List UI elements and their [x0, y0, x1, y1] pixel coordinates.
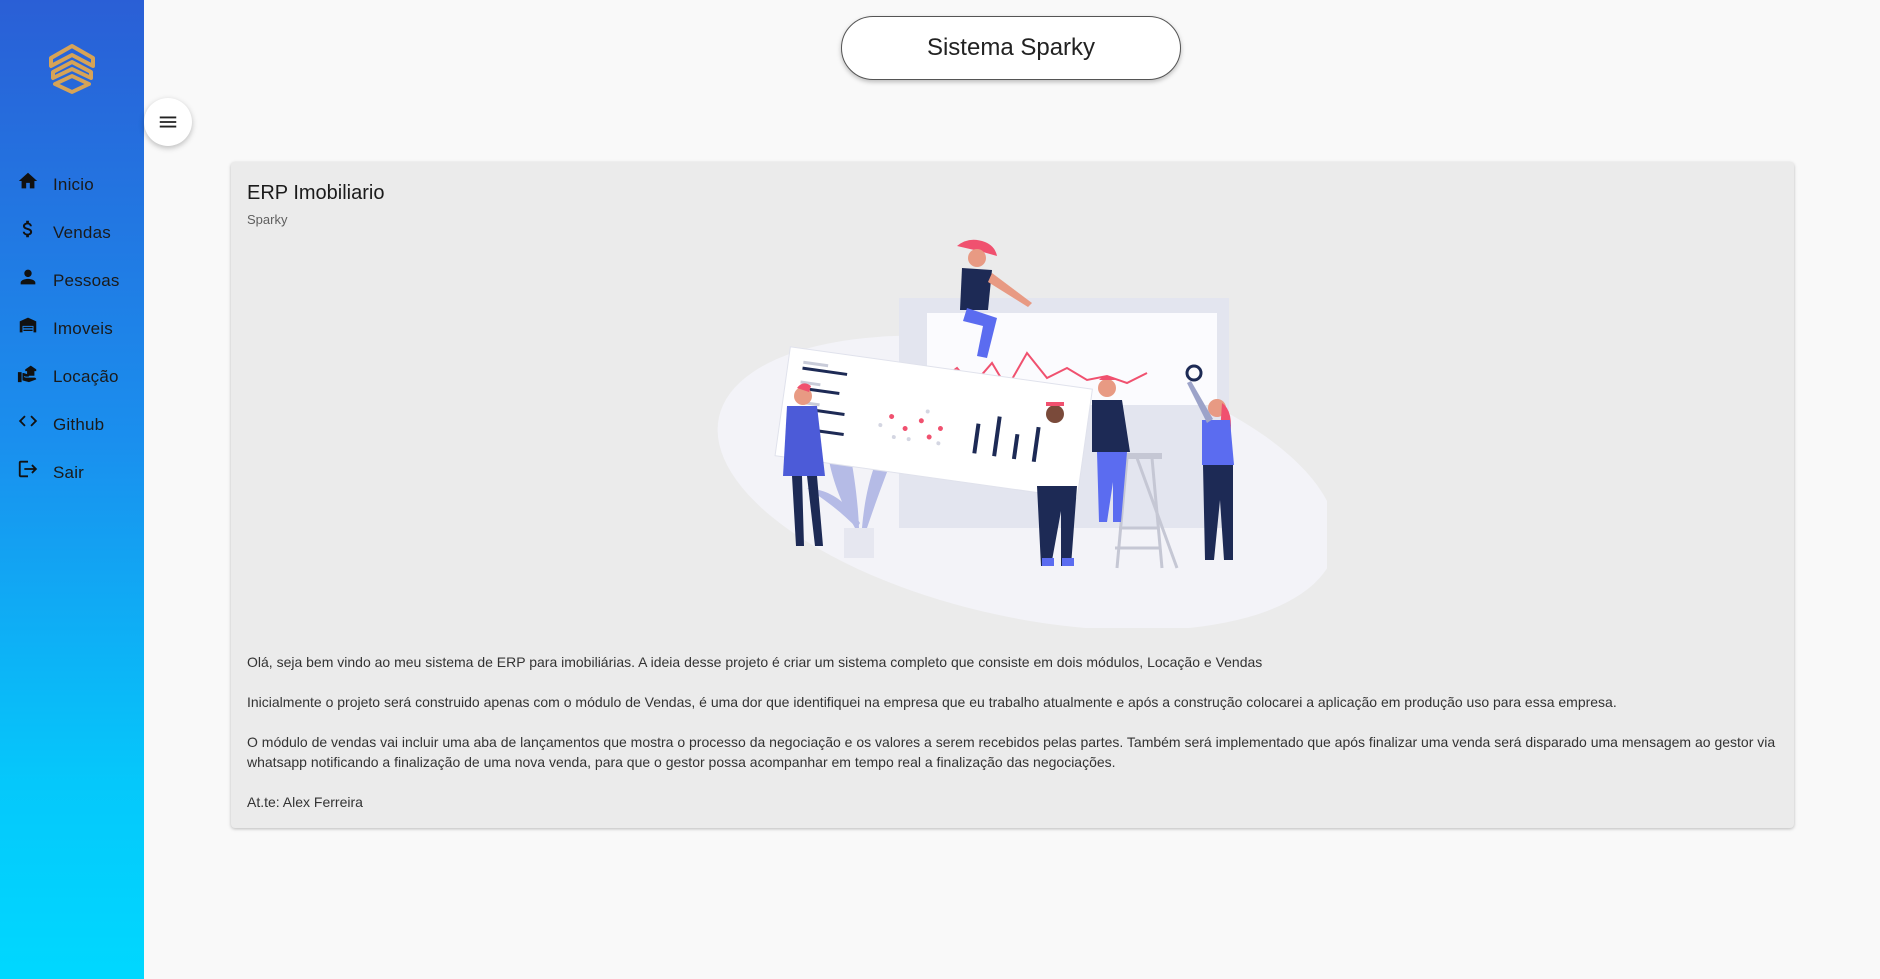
card-title: ERP Imobiliario	[247, 182, 385, 204]
card-paragraph: Olá, seja bem vindo ao meu sistema de ER…	[247, 654, 1263, 670]
sidebar: Inicio Vendas Pessoas Imoveis Locação Gi…	[0, 0, 144, 979]
card-paragraph: O módulo de vendas vai incluir uma aba d…	[247, 734, 1776, 770]
sidebar-nav: Inicio Vendas Pessoas Imoveis Locação Gi…	[0, 157, 144, 493]
sidebar-item-vendas[interactable]: Vendas	[0, 205, 144, 253]
real-estate-agent-icon	[16, 361, 40, 385]
sidebar-item-label: Imoveis	[53, 319, 113, 338]
dollar-icon	[16, 217, 40, 241]
sidebar-item-label: Inicio	[53, 175, 94, 194]
sidebar-item-pessoas[interactable]: Pessoas	[0, 253, 144, 301]
sidebar-item-imoveis[interactable]: Imoveis	[0, 301, 144, 349]
home-icon	[16, 169, 40, 193]
welcome-card: ERP Imobiliario Sparky Olá, seja bem vin…	[231, 162, 1794, 828]
app-title: Sistema Sparky	[841, 16, 1181, 80]
logo-icon[interactable]	[45, 42, 99, 96]
sidebar-item-label: Pessoas	[53, 271, 120, 290]
sidebar-item-inicio[interactable]: Inicio	[0, 157, 144, 205]
sidebar-item-github[interactable]: Github	[0, 397, 144, 445]
dashboard-team-illustration	[717, 239, 1327, 628]
sidebar-item-sair[interactable]: Sair	[0, 445, 144, 493]
card-description: Olá, seja bem vindo ao meu sistema de ER…	[247, 652, 1777, 832]
menu-toggle-button[interactable]	[144, 98, 192, 146]
card-signature: At.te: Alex Ferreira	[247, 794, 363, 810]
card-subtitle: Sparky	[247, 212, 288, 227]
sidebar-item-label: Locação	[53, 367, 119, 386]
hamburger-menu-icon	[159, 116, 177, 128]
sidebar-item-locacao[interactable]: Locação	[0, 349, 144, 397]
house-siding-icon	[16, 313, 40, 337]
sidebar-item-label: Vendas	[53, 223, 111, 242]
logout-icon	[16, 457, 40, 481]
code-icon	[16, 409, 40, 433]
sidebar-item-label: Sair	[53, 463, 85, 482]
card-paragraph: Inicialmente o projeto será construido a…	[247, 694, 1617, 710]
person-icon	[16, 265, 40, 289]
sidebar-item-label: Github	[53, 415, 105, 434]
